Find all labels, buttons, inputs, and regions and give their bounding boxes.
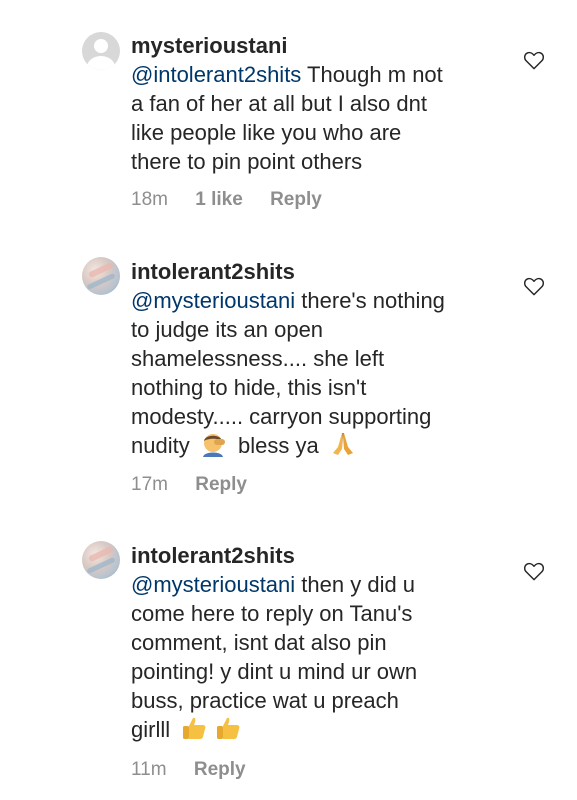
- mention-link[interactable]: @intolerant2shits: [131, 62, 301, 87]
- reply-button[interactable]: Reply: [270, 189, 322, 210]
- reply-button[interactable]: Reply: [195, 474, 247, 495]
- comment-body: a fan of her at all but I also dnt: [131, 91, 427, 116]
- thumbs-up-emoji-icon: [217, 717, 240, 739]
- thumbs-up-emoji-icon: [183, 717, 206, 739]
- comment-body: Though m not: [301, 62, 443, 87]
- comment-meta: 17m Reply: [131, 474, 269, 496]
- comment-body: nudity: [131, 433, 190, 458]
- mention-link[interactable]: @mysterioustani: [131, 288, 295, 313]
- username[interactable]: intolerant2shits: [131, 259, 295, 284]
- comment-body: like people like you who are: [131, 120, 402, 145]
- avatar[interactable]: [82, 257, 120, 295]
- avatar[interactable]: [82, 541, 120, 579]
- comment-body: there to pin point others: [131, 149, 363, 174]
- comment-body: shamelessness.... she left: [131, 346, 385, 371]
- comment-body: modesty..... carryon supporting: [131, 404, 432, 429]
- folded-hands-emoji-icon: [332, 433, 353, 455]
- comment-body: to judge its an open: [131, 317, 324, 342]
- comment-body: then y did u: [295, 572, 416, 597]
- comment-meta: 18m 1 like Reply: [131, 189, 344, 211]
- man-facepalming-emoji-icon: [202, 434, 225, 457]
- comment-body: girlll: [131, 717, 171, 742]
- comment-body: buss, practice wat u preach: [131, 688, 399, 713]
- mention-link[interactable]: @mysterioustani: [131, 572, 295, 597]
- timestamp: 11m: [131, 759, 167, 780]
- comment-body: pointing! y dint u mind ur own: [131, 659, 418, 684]
- avatar[interactable]: [82, 32, 120, 70]
- heart-icon[interactable]: [523, 50, 545, 70]
- heart-icon[interactable]: [523, 276, 545, 296]
- comment-text: intolerant2shits @mysterioustani there's…: [131, 257, 501, 460]
- comment-body: comment, isnt dat also pin: [131, 630, 387, 655]
- comment-body: come here to reply on Tanu's: [131, 601, 413, 626]
- comment-meta: 11m Reply: [131, 759, 268, 781]
- comment-body: nothing to hide, this isn't: [131, 375, 367, 400]
- heart-icon[interactable]: [523, 561, 545, 581]
- comment-body: bless ya: [237, 433, 319, 458]
- reply-button[interactable]: Reply: [194, 759, 246, 780]
- comment-body: there's nothing: [295, 288, 445, 313]
- username[interactable]: mysterioustani: [131, 33, 288, 58]
- username[interactable]: intolerant2shits: [131, 543, 295, 568]
- timestamp: 18m: [131, 189, 168, 210]
- comment-text: mysterioustani @intolerant2shits Though …: [131, 31, 501, 176]
- likes-count[interactable]: 1 like: [195, 189, 243, 210]
- comment-text: intolerant2shits @mysterioustani then y …: [131, 541, 501, 744]
- timestamp: 17m: [131, 474, 168, 495]
